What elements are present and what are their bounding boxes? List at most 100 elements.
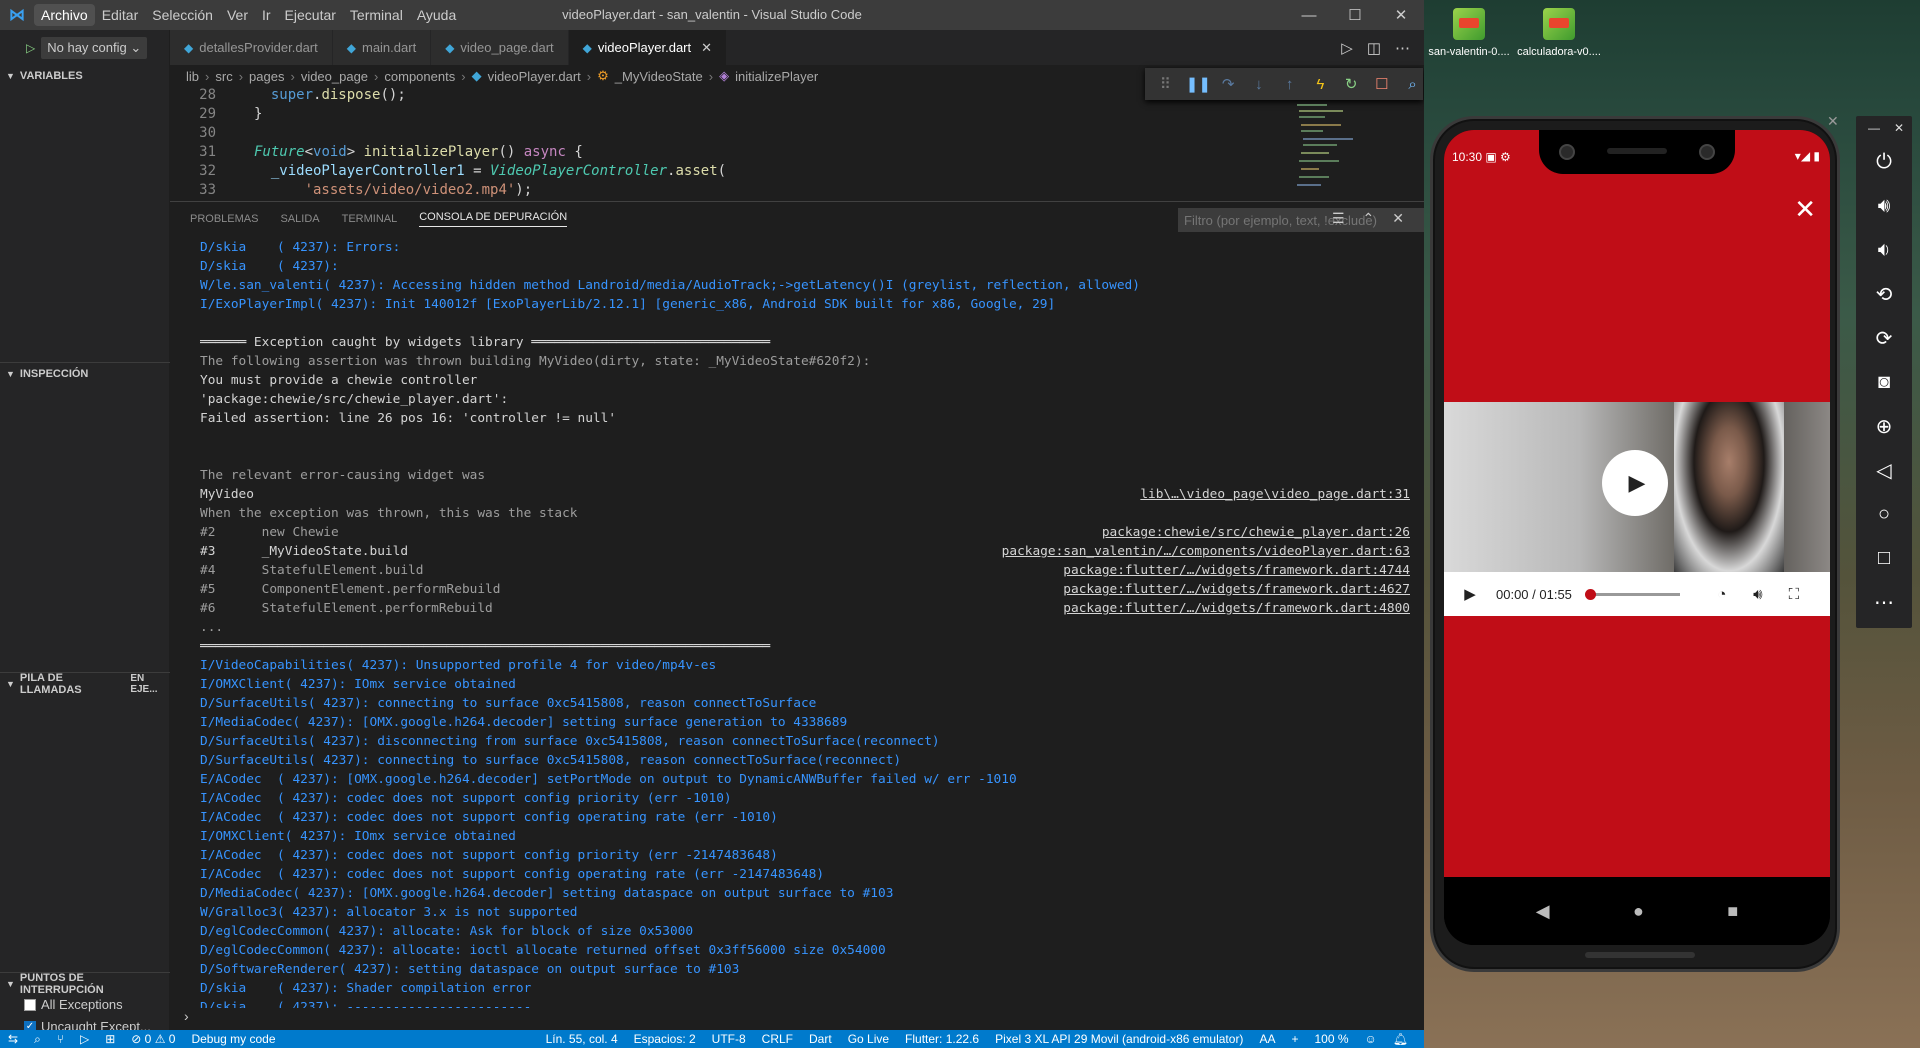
maximize-panel-icon[interactable]: ⌃ [1363,210,1375,227]
breadcrumb-item[interactable]: src [215,69,232,84]
close-panel-icon[interactable]: ✕ [1392,210,1404,227]
menu-ejecutar[interactable]: Ejecutar [278,4,343,26]
rotate-left-icon[interactable]: ⟲ [1856,272,1912,316]
video-frame[interactable]: ▶ [1444,402,1830,572]
extensions-icon[interactable]: ⊞ [97,1032,123,1046]
problems-status[interactable]: ⊘ 0 ⚠ 0 [123,1032,183,1046]
more-options-icon[interactable]: ⋯ [1856,580,1912,624]
breadcrumb-item[interactable]: videoPlayer.dart [488,69,581,84]
progress-knob[interactable] [1584,588,1596,600]
back-icon[interactable]: ◀ [1536,901,1550,922]
clear-console-icon[interactable]: ☰ [1332,210,1345,227]
source-link[interactable]: package:san_valentin/…/components/videoP… [1002,542,1410,561]
phone-screen[interactable]: 10:30 ▣ ⚙ ▾◢ ▮ ✕ ▶ ▶ 00:00 / 01:55 ◔ 🔊︎ … [1444,130,1830,945]
power-icon[interactable]: ⏻ [1856,140,1912,184]
inspect-widget-icon[interactable]: ⌕ [1402,76,1423,93]
zoom-icon[interactable]: ⊕ [1856,404,1912,448]
source-link[interactable]: package:flutter/…/widgets/framework.dart… [1063,580,1410,599]
encoding[interactable]: UTF-8 [704,1032,754,1046]
camera-icon[interactable]: ◙ [1856,360,1912,404]
debug-mode-status[interactable]: Debug my code [183,1032,283,1046]
close-window-button[interactable]: ✕ [1378,0,1424,30]
minimap[interactable] [1295,100,1395,200]
play-icon[interactable]: ▶ [1452,585,1488,603]
device-selector[interactable]: Pixel 3 XL API 29 Movil (android-x86 emu… [987,1032,1251,1046]
close-icon[interactable]: ✕ [1794,194,1816,225]
tab-output[interactable]: SALIDA [280,213,319,225]
breadcrumb-item[interactable]: lib [186,69,199,84]
breadcrumb-item[interactable]: initializePlayer [735,69,818,84]
volume-down-icon[interactable]: 🔉︎ [1856,228,1912,272]
zoom-level[interactable]: 100 % [1306,1032,1356,1046]
run-debug-icon[interactable]: ▷ [72,1032,97,1046]
console-input-prompt[interactable]: › [184,1008,189,1024]
source-link[interactable]: package:flutter/…/widgets/framework.dart… [1063,599,1410,618]
more-actions-icon[interactable]: ⋯ [1395,39,1410,57]
maximize-button[interactable]: ☐ [1332,0,1378,30]
restart-icon[interactable]: ↻ [1341,75,1362,93]
debug-config-selector[interactable]: ▷ No hay config ⌄ [0,30,170,65]
fullscreen-icon[interactable]: ⛶ [1776,586,1812,603]
code-editor[interactable]: 28 super.dispose(); 29 } 30 31 Future<vo… [170,87,1300,199]
desktop-icon-calculadora[interactable]: calculadora-v0.... [1514,8,1604,58]
back-icon[interactable]: ◁ [1856,448,1912,492]
tab-problems[interactable]: PROBLEMAS [190,213,258,225]
menu-editar[interactable]: Editar [95,4,146,26]
close-tab-icon[interactable]: ✕ [701,40,712,56]
search-icon[interactable]: ⌕ [26,1032,49,1047]
font-size-indicator[interactable]: AA [1251,1032,1283,1046]
breadcrumb-item[interactable]: pages [249,69,284,84]
source-control-icon[interactable]: ⑂ [49,1032,72,1046]
emulator-close-icon[interactable]: ✕ [1827,113,1839,130]
feedback-icon[interactable]: ☺ [1357,1032,1385,1046]
minimize-button[interactable]: — [1286,0,1332,30]
line-endings[interactable]: CRLF [754,1032,801,1046]
zoom-in-button[interactable]: + [1283,1032,1306,1046]
remote-icon[interactable]: ⇆ [0,1032,26,1046]
debug-console-output[interactable]: D/skia ( 4237): Errors: D/skia ( 4237): W/… [200,238,1420,1008]
desktop-icon-san-valentin[interactable]: san-valentin-0.... [1424,8,1514,58]
menu-ayuda[interactable]: Ayuda [410,4,463,26]
cursor-position[interactable]: Lín. 55, col. 4 [538,1032,626,1046]
callstack-section-header[interactable]: ▼ PILA DE LLAMADAS EN EJE... [0,672,170,696]
indentation[interactable]: Espacios: 2 [626,1032,704,1046]
inspection-section-header[interactable]: ▼ INSPECCIÓN [0,362,170,384]
menu-terminal[interactable]: Terminal [343,4,410,26]
tab-terminal[interactable]: TERMINAL [342,213,398,225]
checkbox[interactable] [24,998,36,1011]
tab-detalles-provider[interactable]: ◆ detallesProvider.dart [170,30,333,65]
stop-icon[interactable]: ☐ [1372,75,1393,93]
menu-ir[interactable]: Ir [255,4,278,26]
source-link[interactable]: lib\…\video_page\video_page.dart:31 [1140,485,1410,504]
source-link[interactable]: package:chewie/src/chewie_player.dart:26 [1102,523,1410,542]
volume-up-icon[interactable]: 🔊︎ [1856,184,1912,228]
video-progress-bar[interactable] [1584,588,1680,600]
hot-reload-icon[interactable]: ϟ [1310,76,1331,93]
play-button[interactable]: ▶ [1602,450,1668,516]
run-icon[interactable]: ▷ [1341,39,1353,57]
tab-video-page[interactable]: ◆ video_page.dart [431,30,569,65]
start-debugging-icon[interactable]: ▷ [26,41,35,55]
breadcrumb-item[interactable]: components [384,69,455,84]
breadcrumb-item[interactable]: _MyVideoState [615,69,703,84]
minimize-icon[interactable]: — [1868,121,1880,135]
variables-section-header[interactable]: ▼ VARIABLES [0,65,170,87]
home-icon[interactable]: ○ [1856,492,1912,536]
recents-icon[interactable]: ■ [1727,901,1738,922]
debug-config-label[interactable]: No hay config ⌄ [41,36,148,59]
breakpoints-section-header[interactable]: ▼ PUNTOS DE INTERRUPCIÓN [0,972,170,996]
menu-ver[interactable]: Ver [220,4,255,26]
breakpoint-all-exceptions[interactable]: All Exceptions [24,997,123,1012]
overview-icon[interactable]: □ [1856,536,1912,580]
breadcrumb-item[interactable]: video_page [301,69,368,84]
go-live-button[interactable]: Go Live [840,1032,897,1046]
tab-main[interactable]: ◆ main.dart [332,30,432,65]
rotate-right-icon[interactable]: ⟳ [1856,316,1912,360]
playback-speed-icon[interactable]: ◔ [1704,586,1740,603]
split-editor-icon[interactable]: ◫ [1367,39,1381,57]
home-icon[interactable]: ● [1633,901,1644,922]
source-link[interactable]: package:flutter/…/widgets/framework.dart… [1063,561,1410,580]
menu-seleccion[interactable]: Selección [145,4,220,26]
notifications-bell-icon[interactable]: 🔔︎ [1385,1032,1416,1046]
close-icon[interactable]: ✕ [1894,121,1904,135]
